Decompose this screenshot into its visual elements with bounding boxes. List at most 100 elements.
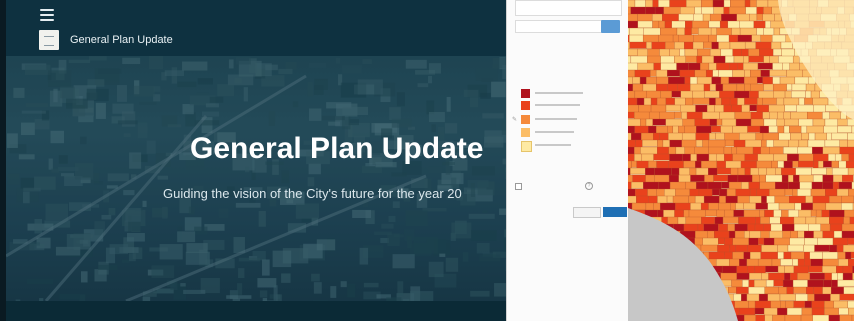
map-tract [790,132,802,141]
map-tract [671,20,686,29]
edit-icon[interactable]: ✎ [512,116,517,123]
map-tract [628,55,632,64]
map-tract [788,209,799,218]
map-tract [694,69,707,78]
map-tract [826,167,833,176]
map-tract [733,209,745,217]
map-tract [842,174,854,182]
map-tract [831,132,848,141]
map-tract [631,181,644,189]
map-tract [815,216,830,225]
map-tract [723,6,730,15]
panel-top-field[interactable] [515,0,622,16]
map-tract [728,76,745,84]
map-tract [656,125,668,134]
map-tract [847,237,854,245]
map-tract [732,251,744,261]
map-tract [831,160,839,168]
map-tract [716,118,723,126]
map-tract [804,251,810,260]
map-tract [778,202,796,210]
map-tract [837,279,854,287]
map-tract [642,139,658,147]
map-tract [632,83,644,93]
legend-swatch[interactable] [521,128,530,137]
map-tract [665,97,675,105]
map-tract [743,251,751,260]
map-tract [749,104,757,112]
map-tract [764,286,779,295]
map-tract [832,181,840,190]
map-tract [735,244,748,253]
map-tract [734,111,752,120]
map-tract [715,132,725,140]
site-footer-strip [6,301,510,321]
map-tract [744,97,758,105]
map-tract [823,160,832,168]
map-tract [659,111,675,121]
map-tract [761,195,767,205]
panel-search-button[interactable] [601,20,620,33]
map-tract [634,111,650,120]
map-tract [806,286,815,295]
map-tract [784,314,802,321]
map-tract [810,258,823,268]
map-tract [769,216,781,224]
map-tract [695,160,702,169]
map-tract [735,202,744,210]
map-tract [750,83,764,92]
map-tract [847,139,854,148]
map-tract [807,139,826,148]
map-tract [628,20,639,29]
map-tract [700,202,709,211]
map-tract [683,160,696,168]
map-tract [810,188,826,197]
map-tract [721,181,730,189]
menu-icon[interactable] [40,9,54,21]
map-tract [711,125,721,133]
save-button[interactable] [603,207,627,217]
map-tract [703,195,720,205]
map-tract [843,244,854,254]
legend-swatch[interactable] [521,115,530,124]
map-tract [847,132,854,142]
cancel-button[interactable] [573,207,601,218]
map-tract [786,83,793,91]
hero-overlay [6,56,510,301]
choropleth-map[interactable] [628,0,854,321]
legend-swatch[interactable] [521,101,530,110]
map-tract [681,132,696,141]
help-icon[interactable]: ? [585,182,593,190]
map-tract [731,27,741,36]
map-tract [748,55,764,63]
map-tract [839,293,854,301]
map-tract [805,195,814,203]
map-canvas[interactable] [628,0,854,321]
map-tract [737,62,744,70]
map-tract [718,41,731,50]
map-tract [724,153,733,162]
map-tract [733,55,744,64]
map-tract [784,272,791,281]
panel-search-field[interactable] [515,20,602,33]
legend-swatch[interactable] [521,89,530,98]
map-tract [826,132,833,141]
map-tract [674,97,686,106]
map-tract [628,153,635,162]
option-checkbox[interactable] [515,183,522,190]
site-title[interactable]: General Plan Update [70,34,173,46]
city-seal-logo[interactable] [39,30,59,50]
map-tract [779,293,796,301]
map-legend-panel: ✎ ? [506,0,629,321]
legend-swatch[interactable] [521,141,532,152]
map-tract [650,97,658,107]
map-tract [777,160,785,168]
map-tract [703,41,712,49]
map-tract [833,230,843,238]
map-tract [805,216,817,225]
map-tract [784,104,797,112]
map-tract [808,223,821,232]
map-tract [652,118,666,126]
map-tract [775,167,782,175]
map-tract [757,76,763,84]
